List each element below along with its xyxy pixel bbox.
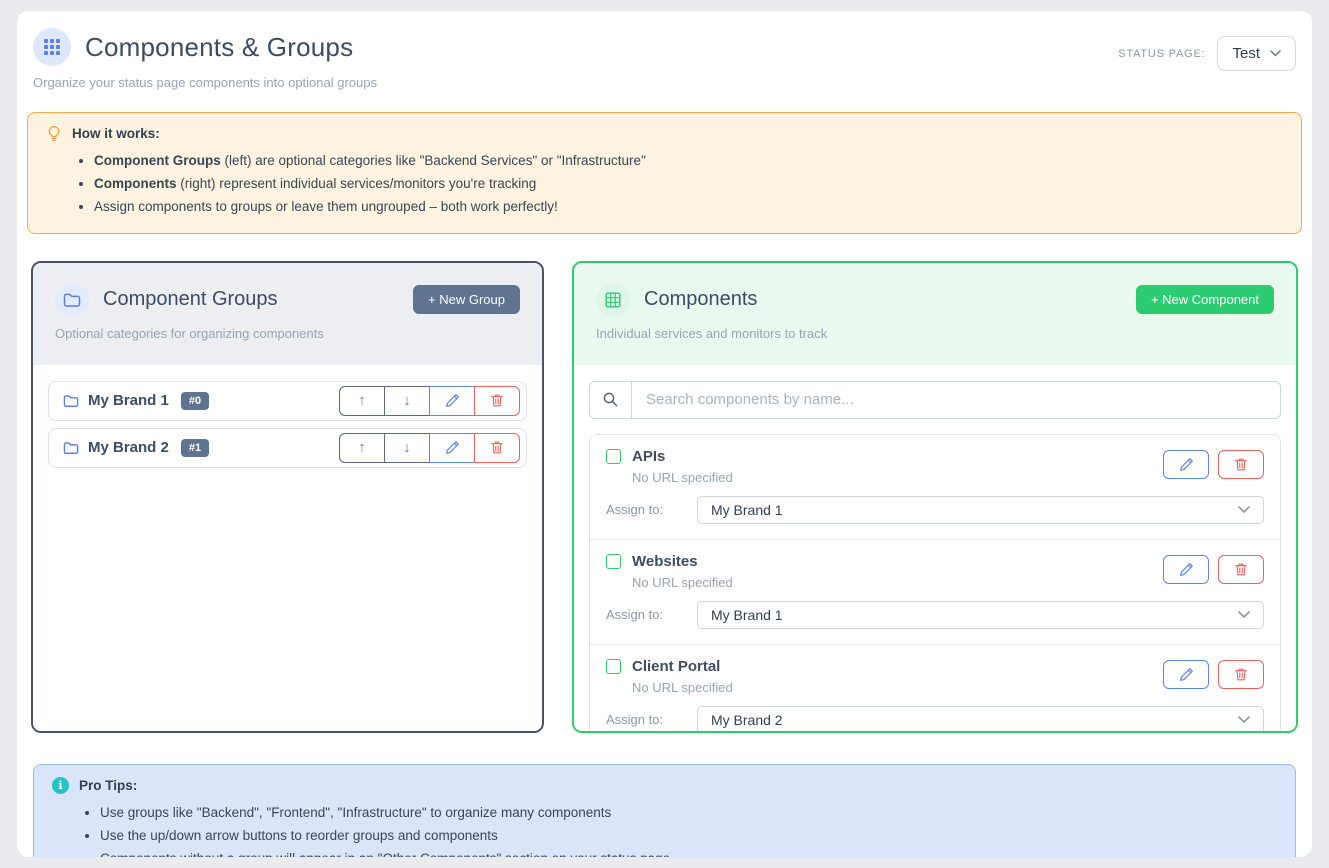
assigned-group-value: My Brand 2	[711, 712, 783, 728]
trash-icon	[1234, 457, 1248, 472]
status-page-label: STATUS PAGE:	[1118, 48, 1205, 60]
trash-icon	[490, 440, 504, 455]
assign-to-label: Assign to:	[606, 502, 697, 517]
components-grid-icon	[33, 28, 71, 66]
arrow-down-icon: ↓	[403, 440, 411, 455]
group-name: My Brand 2	[88, 439, 169, 456]
trash-icon	[1234, 562, 1248, 577]
group-row: My Brand 1 #0 ↑ ↓	[48, 381, 527, 421]
assign-group-select[interactable]: My Brand 2	[697, 706, 1264, 733]
pro-tips-item: Components without a group will appear i…	[100, 847, 1277, 858]
groups-panel-title: Component Groups	[103, 288, 278, 311]
components-panel-title: Components	[644, 288, 757, 311]
how-it-works-title: How it works:	[72, 126, 160, 141]
status-page-value: Test	[1232, 45, 1260, 62]
components-list: APIs No URL specified Assign to:	[589, 434, 1281, 733]
group-name: My Brand 1	[88, 392, 169, 409]
pro-tips-item: Use groups like "Backend", "Frontend", "…	[100, 801, 1277, 824]
table-grid-icon	[596, 283, 630, 317]
delete-group-button[interactable]	[474, 433, 520, 463]
assign-to-label: Assign to:	[606, 607, 697, 622]
arrow-down-icon: ↓	[403, 393, 411, 408]
chevron-down-icon	[1270, 50, 1281, 57]
search-components-input[interactable]	[631, 381, 1281, 419]
delete-component-button[interactable]	[1218, 555, 1264, 584]
folder-icon	[55, 283, 89, 317]
group-order-badge: #0	[181, 392, 209, 410]
component-name: APIs	[632, 448, 665, 465]
move-up-button[interactable]: ↑	[339, 433, 385, 463]
trash-icon	[490, 393, 504, 408]
edit-component-button[interactable]	[1163, 555, 1209, 584]
component-checkbox[interactable]	[606, 659, 621, 674]
edit-group-button[interactable]	[429, 433, 475, 463]
lightbulb-icon	[46, 125, 62, 142]
page-subtitle: Organize your status page components int…	[33, 75, 377, 90]
how-it-works-box: How it works: Component Groups (left) ar…	[27, 112, 1302, 234]
component-groups-panel: Component Groups + New Group Optional ca…	[31, 261, 544, 733]
assigned-group-value: My Brand 1	[711, 502, 783, 518]
delete-component-button[interactable]	[1218, 660, 1264, 689]
folder-icon	[63, 394, 79, 408]
component-url-note: No URL specified	[632, 575, 733, 590]
group-row: My Brand 2 #1 ↑ ↓	[48, 428, 527, 468]
how-it-works-list: Component Groups (left) are optional cat…	[94, 149, 1283, 219]
app-header: Components & Groups Organize your status…	[27, 28, 1302, 90]
move-down-button[interactable]: ↓	[384, 386, 430, 416]
how-it-works-item: Component Groups (left) are optional cat…	[94, 149, 1283, 172]
pencil-icon	[445, 440, 460, 455]
component-url-note: No URL specified	[632, 470, 733, 485]
chevron-down-icon	[1238, 716, 1250, 724]
trash-icon	[1234, 667, 1248, 682]
new-group-button[interactable]: + New Group	[413, 285, 520, 314]
group-order-badge: #1	[181, 439, 209, 457]
component-card: APIs No URL specified Assign to:	[590, 435, 1280, 539]
search-icon	[589, 381, 631, 419]
status-page-select[interactable]: Test	[1217, 36, 1296, 71]
component-checkbox[interactable]	[606, 449, 621, 464]
component-name: Websites	[632, 553, 698, 570]
info-icon: i	[52, 777, 69, 794]
how-it-works-item: Components (right) represent individual …	[94, 172, 1283, 195]
component-card: Client Portal No URL specified Assign to…	[590, 644, 1280, 733]
pencil-icon	[445, 393, 460, 408]
pencil-icon	[1179, 457, 1194, 472]
move-up-button[interactable]: ↑	[339, 386, 385, 416]
pro-tips-box: i Pro Tips: Use groups like "Backend", "…	[33, 764, 1296, 858]
page-title: Components & Groups	[85, 32, 353, 63]
main-card: Components & Groups Organize your status…	[16, 10, 1313, 858]
how-it-works-item: Assign components to groups or leave the…	[94, 195, 1283, 218]
edit-component-button[interactable]	[1163, 660, 1209, 689]
edit-component-button[interactable]	[1163, 450, 1209, 479]
edit-group-button[interactable]	[429, 386, 475, 416]
folder-icon	[63, 441, 79, 455]
pencil-icon	[1179, 667, 1194, 682]
component-url-note: No URL specified	[632, 680, 733, 695]
assign-to-label: Assign to:	[606, 712, 697, 727]
pro-tips-title: Pro Tips:	[79, 778, 137, 793]
pro-tips-item: Use the up/down arrow buttons to reorder…	[100, 824, 1277, 847]
groups-list: My Brand 1 #0 ↑ ↓ My Brand 2	[33, 365, 542, 731]
components-panel-subtitle: Individual services and monitors to trac…	[596, 326, 1274, 341]
groups-panel-subtitle: Optional categories for organizing compo…	[55, 326, 520, 341]
component-name: Client Portal	[632, 658, 720, 675]
new-component-button[interactable]: + New Component	[1136, 285, 1274, 314]
delete-group-button[interactable]	[474, 386, 520, 416]
delete-component-button[interactable]	[1218, 450, 1264, 479]
move-down-button[interactable]: ↓	[384, 433, 430, 463]
chevron-down-icon	[1238, 611, 1250, 619]
assign-group-select[interactable]: My Brand 1	[697, 601, 1264, 629]
components-panel: Components + New Component Individual se…	[572, 261, 1298, 733]
component-checkbox[interactable]	[606, 554, 621, 569]
assign-group-select[interactable]: My Brand 1	[697, 496, 1264, 524]
arrow-up-icon: ↑	[358, 440, 366, 455]
pro-tips-list: Use groups like "Backend", "Frontend", "…	[100, 801, 1277, 858]
arrow-up-icon: ↑	[358, 393, 366, 408]
component-card: Websites No URL specified Assign to:	[590, 539, 1280, 644]
chevron-down-icon	[1238, 506, 1250, 514]
pencil-icon	[1179, 562, 1194, 577]
assigned-group-value: My Brand 1	[711, 607, 783, 623]
